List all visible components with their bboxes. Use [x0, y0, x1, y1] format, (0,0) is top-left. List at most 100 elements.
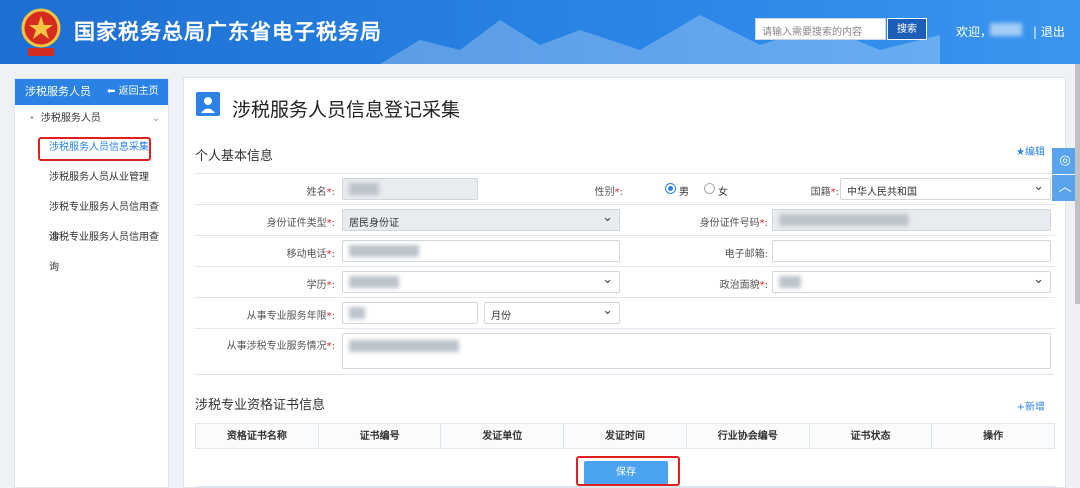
add-cert-link-label[interactable]: 新增	[1025, 402, 1045, 413]
sidebar-item-credit-query-2[interactable]: 涉税专业服务人员信用查询	[15, 223, 168, 273]
main-panel: 涉税服务人员信息登记采集 个人基本信息 ★编辑 姓名*: 性别*: 男 女 国籍…	[183, 77, 1066, 488]
form-row-name: 姓名*: 性别*: 男 女 国籍*: 中华人民共和国	[195, 174, 1055, 205]
mobile-field[interactable]	[342, 240, 620, 262]
gender-label-text: 性别	[594, 187, 615, 198]
highlight-box-sidebar	[38, 137, 151, 161]
redacted-value	[779, 214, 909, 226]
sidebar-group-label: 涉税服务人员	[40, 113, 101, 124]
redacted-value	[349, 245, 419, 257]
gender-male-radio[interactable]	[665, 183, 676, 194]
name-label-text: 姓名	[306, 187, 327, 198]
divider	[195, 486, 1055, 487]
logout-link[interactable]: | 退出	[1033, 23, 1065, 40]
basic-info-form: 姓名*: 性别*: 男 女 国籍*: 中华人民共和国 身份证件类型*: 居民身份…	[195, 173, 1055, 375]
col-cert-status: 证书状态	[810, 424, 933, 448]
form-row-education: 学历*: 政治面貌*:	[195, 267, 1055, 298]
label-colon: :	[331, 249, 335, 260]
form-row-contact: 移动电话*: 电子邮箱:	[195, 236, 1055, 267]
sidebar-item-practice-manage[interactable]: 涉税服务人员从业管理	[15, 163, 168, 193]
education-select[interactable]	[342, 271, 620, 293]
highlight-box-save	[576, 456, 680, 486]
add-cert-link[interactable]: +新增	[1017, 398, 1045, 413]
political-status-label: 政治面貌*:	[675, 276, 768, 291]
redacted-value	[349, 307, 365, 319]
political-status-select[interactable]	[772, 271, 1051, 293]
label-colon: :	[619, 187, 623, 198]
nationality-label: 国籍*:	[765, 183, 839, 198]
id-number-field[interactable]	[772, 209, 1051, 231]
service-years-field[interactable]	[342, 302, 478, 324]
site-title: 国家税务总局广东省电子税务局	[74, 20, 382, 44]
name-label: 姓名*:	[195, 183, 335, 198]
education-label: 学历*:	[195, 276, 335, 291]
plus-icon: +	[1016, 402, 1025, 413]
sidebar-header-title: 涉税服务人员	[25, 85, 91, 98]
id-type-value: 居民身份证	[349, 218, 399, 229]
search-button[interactable]: 搜索	[887, 18, 927, 40]
username-redacted	[990, 23, 1022, 36]
nationality-select[interactable]: 中华人民共和国	[840, 178, 1051, 200]
basic-info-section-title: 个人基本信息	[195, 149, 274, 164]
service-years-label-text: 从事专业服务年限	[246, 311, 327, 322]
id-type-select[interactable]: 居民身份证	[342, 209, 620, 231]
redacted-value	[779, 276, 801, 288]
col-cert-name: 资格证书名称	[196, 424, 319, 448]
edit-link-label[interactable]: 编辑	[1025, 147, 1045, 158]
top-header: 国家税务总局广东省电子税务局 请输入需要搜索的内容 搜索 欢迎， | 退出	[0, 0, 1080, 64]
experience-label: 从事涉税专业服务情况*:	[195, 337, 335, 352]
cert-section-title: 涉税专业资格证书信息	[195, 398, 326, 413]
experience-textarea[interactable]	[342, 333, 1051, 369]
back-home-link[interactable]: ⬅ 返回主页	[107, 79, 159, 105]
service-years-label: 从事专业服务年限*:	[195, 307, 335, 322]
id-number-label: 身份证件号码*:	[675, 214, 768, 229]
gender-label: 性别*:	[535, 183, 623, 198]
welcome-text: 欢迎，	[956, 25, 993, 39]
nationality-value: 中华人民共和国	[847, 187, 917, 198]
star-icon: ★	[1016, 147, 1025, 158]
chevron-down-icon: ⌄	[151, 113, 160, 124]
gender-female-label: 女	[718, 187, 728, 198]
id-type-label: 身份证件类型*:	[195, 214, 335, 229]
experience-label-text: 从事涉税专业服务情况	[226, 341, 327, 352]
sidebar-item-credit-query-1[interactable]: 涉税专业服务人员信用查询	[15, 193, 168, 243]
col-association-number: 行业协会编号	[687, 424, 810, 448]
back-home-label[interactable]: 返回主页	[119, 86, 159, 97]
form-row-id: 身份证件类型*: 居民身份证 身份证件号码*:	[195, 205, 1055, 236]
edit-link[interactable]: ★编辑	[1016, 143, 1045, 158]
label-colon: :	[764, 218, 768, 229]
label-colon: :	[764, 280, 768, 291]
redacted-value	[349, 276, 399, 288]
gender-male-label: 男	[679, 187, 689, 198]
redacted-value	[349, 183, 379, 195]
label-colon: :	[331, 218, 335, 229]
cert-table-header: 资格证书名称 证书编号 发证单位 发证时间 行业协会编号 证书状态 操作	[195, 423, 1055, 449]
month-select[interactable]: 月份	[484, 302, 620, 324]
col-issue-date: 发证时间	[564, 424, 687, 448]
bullet-icon: •	[29, 113, 35, 124]
redacted-value	[349, 340, 459, 352]
page-title: 涉税服务人员信息登记采集	[232, 99, 461, 121]
name-field[interactable]	[342, 178, 478, 200]
email-field[interactable]	[772, 240, 1051, 262]
national-emblem-icon	[21, 8, 61, 56]
month-value: 月份	[491, 311, 511, 322]
person-card-icon	[196, 92, 220, 116]
logout-separator: |	[1033, 25, 1038, 39]
scrollbar-thumb[interactable]	[1075, 64, 1080, 304]
form-row-years: 从事专业服务年限*: 月份	[195, 298, 1055, 329]
label-colon: :	[331, 187, 335, 198]
email-label-text: 电子邮箱	[724, 249, 765, 260]
mobile-label-text: 移动电话	[286, 249, 327, 260]
label-colon: :	[331, 311, 335, 322]
logout-label[interactable]: 退出	[1041, 25, 1065, 39]
gender-female-radio[interactable]	[704, 183, 715, 194]
search-input[interactable]: 请输入需要搜索的内容	[755, 18, 886, 40]
col-issuer: 发证单位	[441, 424, 565, 448]
mobile-label: 移动电话*:	[195, 245, 335, 260]
col-actions: 操作	[983, 431, 1004, 442]
label-colon: :	[331, 280, 335, 291]
col-cert-number: 证书编号	[319, 424, 442, 448]
sidebar-group[interactable]: • 涉税服务人员 ⌄	[15, 105, 168, 133]
id-type-label-text: 身份证件类型	[266, 218, 327, 229]
sidebar-header: 涉税服务人员 ⬅ 返回主页	[15, 79, 168, 105]
